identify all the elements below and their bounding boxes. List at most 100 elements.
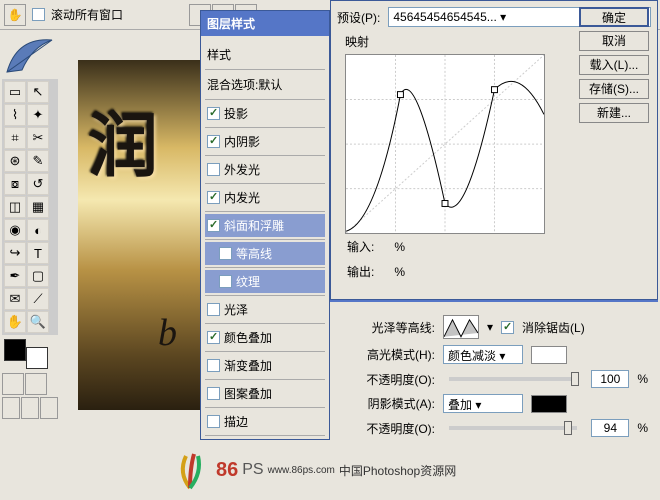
- heal-tool[interactable]: ⊛: [4, 150, 26, 172]
- eyedrop-tool[interactable]: ⟋: [27, 288, 49, 310]
- style-item-checkbox[interactable]: [207, 303, 220, 316]
- canvas-letter-b: b: [158, 311, 177, 355]
- style-item-label: 纹理: [236, 273, 260, 290]
- new-button[interactable]: 新建...: [579, 103, 649, 123]
- style-item-7[interactable]: 光泽: [205, 298, 325, 321]
- wand-tool[interactable]: ✦: [27, 104, 49, 126]
- type-tool[interactable]: T: [27, 242, 49, 264]
- hand-tool[interactable]: ✋: [4, 311, 26, 333]
- document-canvas[interactable]: 润 b: [78, 60, 208, 410]
- style-item-label: 光泽: [224, 301, 248, 318]
- left-column: ▭↖ ⌇✦ ⌗✂ ⊛✎ ⧇↺ ◫▦ ◉◐ ↪T ✒▢ ✉⟋ ✋🔍: [0, 30, 60, 500]
- output-label: 输出:: [347, 265, 374, 279]
- move-tool[interactable]: ↖: [27, 81, 49, 103]
- scroll-all-label: 滚动所有窗口: [51, 6, 123, 23]
- contour-curve-editor[interactable]: [345, 54, 545, 234]
- watermark-logo-icon: [168, 448, 212, 492]
- shadow-opacity-value[interactable]: 94: [591, 419, 629, 437]
- dodge-tool[interactable]: ◐: [27, 219, 49, 241]
- layer-style-title: 图层样式: [201, 11, 329, 36]
- brush-tool[interactable]: ✎: [27, 150, 49, 172]
- style-item-10[interactable]: 图案叠加: [205, 382, 325, 405]
- eraser-tool[interactable]: ◫: [4, 196, 26, 218]
- highlight-opacity-slider[interactable]: [449, 377, 577, 381]
- canvas-glyph: 润: [78, 60, 208, 221]
- style-item-4[interactable]: 斜面和浮雕: [205, 214, 325, 237]
- shape-tool[interactable]: ▢: [27, 265, 49, 287]
- scroll-all-checkbox[interactable]: [32, 8, 45, 21]
- hand-tool-icon[interactable]: ✋: [4, 4, 26, 26]
- slice-tool[interactable]: ✂: [27, 127, 49, 149]
- screen-mode-1[interactable]: [2, 397, 20, 419]
- style-item-checkbox[interactable]: [207, 415, 220, 428]
- color-swatches[interactable]: [4, 339, 48, 369]
- style-item-6[interactable]: 纹理: [205, 270, 325, 293]
- style-item-label: 等高线: [236, 245, 272, 262]
- style-item-checkbox[interactable]: [207, 107, 220, 120]
- style-item-checkbox[interactable]: [207, 387, 220, 400]
- style-item-label: 内阴影: [224, 133, 260, 150]
- style-item-checkbox[interactable]: [219, 275, 232, 288]
- shadow-mode-label: 阴影模式(A):: [340, 395, 435, 412]
- style-item-checkbox[interactable]: [207, 135, 220, 148]
- style-item-label: 渐变叠加: [224, 357, 272, 374]
- screen-mode-3[interactable]: [40, 397, 58, 419]
- path-tool[interactable]: ↪: [4, 242, 26, 264]
- style-item-label: 图案叠加: [224, 385, 272, 402]
- load-button[interactable]: 载入(L)...: [579, 55, 649, 75]
- gloss-contour-label: 光泽等高线:: [340, 319, 435, 336]
- shadow-color-swatch[interactable]: [531, 395, 567, 413]
- contour-editor-dialog: 预设(P): 45645454654545... ▾ 确定 取消 载入(L)..…: [330, 0, 658, 300]
- style-item-checkbox[interactable]: [207, 359, 220, 372]
- zoom-tool[interactable]: 🔍: [27, 311, 49, 333]
- style-item-11[interactable]: 描边: [205, 410, 325, 433]
- style-item-checkbox[interactable]: [207, 331, 220, 344]
- style-item-label: 描边: [224, 413, 248, 430]
- stamp-tool[interactable]: ⧇: [4, 173, 26, 195]
- highlight-opacity-value[interactable]: 100: [591, 370, 629, 388]
- style-item-3[interactable]: 内发光: [205, 186, 325, 209]
- crop-tool[interactable]: ⌗: [4, 127, 26, 149]
- screen-mode-2[interactable]: [21, 397, 39, 419]
- style-item-5[interactable]: 等高线: [205, 242, 325, 265]
- style-item-checkbox[interactable]: [207, 219, 220, 232]
- fg-color-swatch[interactable]: [4, 339, 26, 361]
- highlight-color-swatch[interactable]: [531, 346, 567, 364]
- history-brush-tool[interactable]: ↺: [27, 173, 49, 195]
- quickmask-mode[interactable]: [25, 373, 47, 395]
- marquee-tool[interactable]: ▭: [4, 81, 26, 103]
- style-item-checkbox[interactable]: [207, 163, 220, 176]
- style-item-checkbox[interactable]: [219, 247, 232, 260]
- save-button[interactable]: 存储(S)...: [579, 79, 649, 99]
- bg-color-swatch[interactable]: [26, 347, 48, 369]
- highlight-blend-dropdown[interactable]: 颜色减淡 ▾: [443, 345, 523, 364]
- style-item-label: 颜色叠加: [224, 329, 272, 346]
- mask-mode-buttons: [2, 373, 58, 395]
- tool-palette: ▭↖ ⌇✦ ⌗✂ ⊛✎ ⧇↺ ◫▦ ◉◐ ↪T ✒▢ ✉⟋ ✋🔍: [2, 79, 58, 335]
- gradient-tool[interactable]: ▦: [27, 196, 49, 218]
- style-item-9[interactable]: 渐变叠加: [205, 354, 325, 377]
- style-item-2[interactable]: 外发光: [205, 158, 325, 181]
- gloss-contour-picker[interactable]: [443, 315, 479, 339]
- ok-button[interactable]: 确定: [579, 7, 649, 27]
- shadow-opacity-label: 不透明度(O):: [340, 420, 435, 437]
- blend-options-heading[interactable]: 混合选项:默认: [205, 72, 325, 97]
- cancel-button[interactable]: 取消: [579, 31, 649, 51]
- style-item-checkbox[interactable]: [207, 191, 220, 204]
- style-item-8[interactable]: 颜色叠加: [205, 326, 325, 349]
- blur-tool[interactable]: ◉: [4, 219, 26, 241]
- antialias-label: 消除锯齿(L): [522, 319, 585, 336]
- standard-mode[interactable]: [2, 373, 24, 395]
- shadow-blend-dropdown[interactable]: 叠加 ▾: [443, 394, 523, 413]
- input-label: 输入:: [347, 240, 374, 254]
- style-item-label: 外发光: [224, 161, 260, 178]
- shadow-opacity-slider[interactable]: [449, 426, 577, 430]
- pen-tool[interactable]: ✒: [4, 265, 26, 287]
- lasso-tool[interactable]: ⌇: [4, 104, 26, 126]
- antialias-checkbox[interactable]: [501, 321, 514, 334]
- style-item-0[interactable]: 投影: [205, 102, 325, 125]
- notes-tool[interactable]: ✉: [4, 288, 26, 310]
- mapping-label: 映射: [345, 33, 565, 54]
- styles-heading[interactable]: 样式: [205, 42, 325, 67]
- style-item-1[interactable]: 内阴影: [205, 130, 325, 153]
